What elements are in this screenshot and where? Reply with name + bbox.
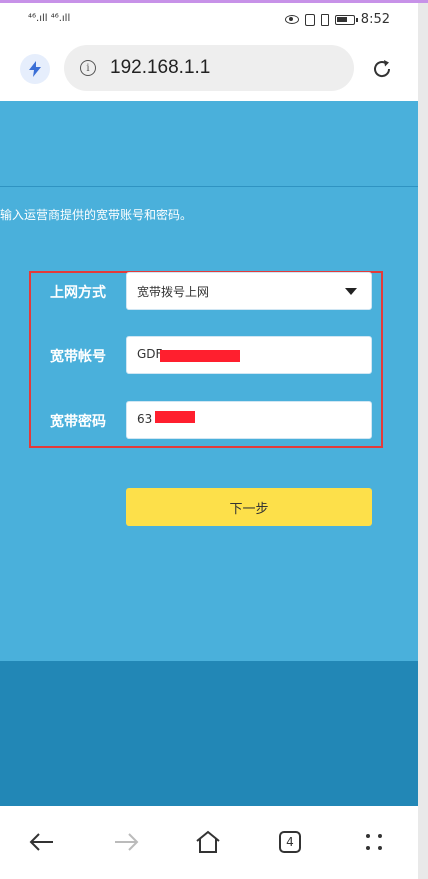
bolt-icon [29, 61, 41, 77]
account-input[interactable]: GDF [126, 336, 372, 374]
back-button[interactable] [24, 824, 60, 860]
password-redaction [155, 411, 195, 423]
password-value: 63 [137, 412, 153, 426]
caret-down-icon [345, 288, 357, 295]
bottom-navigation: 4 [0, 806, 418, 879]
forward-button[interactable] [108, 824, 144, 860]
home-icon [196, 830, 220, 853]
connection-type-label: 上网方式 [50, 285, 106, 301]
status-icons: 8:52 [284, 12, 390, 27]
password-label: 宽带密码 [50, 414, 106, 430]
connection-type-select[interactable]: 宽带拨号上网 [126, 272, 372, 310]
connection-type-value: 宽带拨号上网 [137, 285, 210, 299]
next-button[interactable]: 下一步 [126, 488, 372, 526]
bolt-button[interactable] [20, 54, 50, 84]
signal-indicators: ⁴⁶.ıll ⁴⁶.ıll [28, 13, 71, 24]
address-bar[interactable]: i 192.168.1.1 [64, 45, 354, 91]
account-redaction [160, 350, 240, 362]
tabs-button[interactable]: 4 [272, 824, 308, 860]
status-bar: ⁴⁶.ıll ⁴⁶.ıll 8:52 [0, 3, 418, 37]
account-label: 宽带帐号 [50, 349, 106, 365]
status-time: 8:52 [360, 12, 390, 27]
account-value: GDF [137, 347, 163, 361]
battery-icon [334, 14, 358, 25]
more-button[interactable] [356, 824, 392, 860]
page-footer [0, 661, 418, 806]
reload-icon[interactable] [370, 57, 394, 81]
nfc-icon [304, 13, 315, 26]
tabs-icon: 4 [279, 831, 301, 853]
header-divider [0, 186, 418, 187]
browser-toolbar: i 192.168.1.1 [0, 37, 418, 101]
info-icon[interactable]: i [80, 60, 96, 76]
forward-arrow-icon [115, 833, 139, 851]
vibrate-icon [320, 13, 329, 26]
url-text: 192.168.1.1 [110, 57, 211, 78]
back-arrow-icon [29, 833, 53, 851]
home-button[interactable] [190, 824, 226, 860]
scroll-strip [418, 3, 428, 879]
more-icon [366, 834, 382, 850]
eye-icon [284, 15, 299, 24]
router-setup-page: 输入运营商提供的宽带账号和密码。 上网方式 宽带拨号上网 宽带帐号 GDF 宽带… [0, 101, 418, 806]
password-input[interactable]: 63 [126, 401, 372, 439]
hint-text: 输入运营商提供的宽带账号和密码。 [0, 208, 193, 222]
